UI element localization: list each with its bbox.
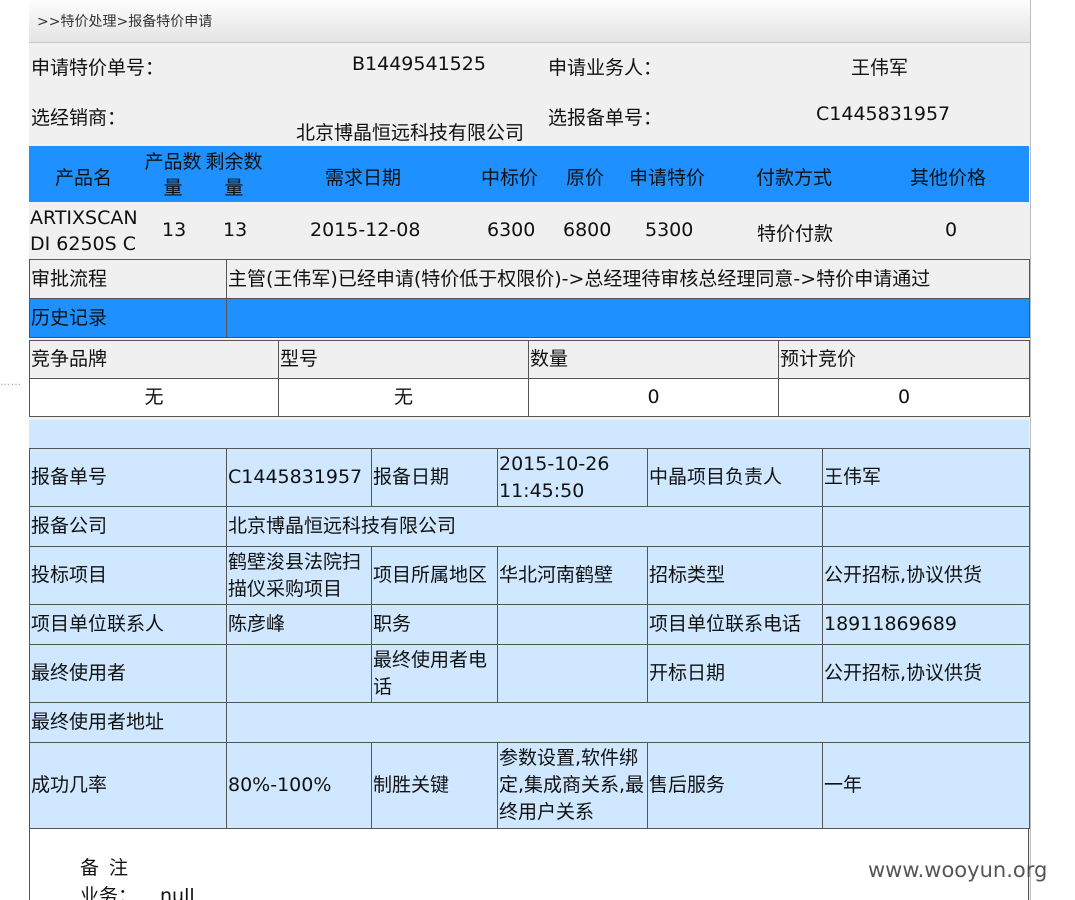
end-user-address-value (226, 702, 1030, 743)
order-no-label: 申请特价单号： (31, 57, 165, 79)
position-value (497, 604, 648, 645)
remarks-title: 备注 (80, 857, 139, 879)
competitor-qty: 0 (528, 378, 779, 417)
contact-phone-value: 18911869689 (822, 604, 1030, 645)
competitor-brand: 无 (29, 378, 279, 417)
approval-table: 审批流程 主管(王伟军)已经申请(特价低于权限价)->总经理待审核总经理同意->… (29, 259, 1030, 338)
product-qty: 13 (162, 219, 187, 241)
filing-company-empty (822, 506, 1030, 547)
history-value (226, 298, 1030, 338)
original-price: 6800 (563, 219, 612, 241)
splitter-handle[interactable]: …… (0, 377, 22, 388)
filing-date-label: 报备日期 (371, 448, 498, 507)
end-user-phone-value (497, 644, 648, 703)
dealer-value: 北京博晶恒远科技有限公司 (296, 122, 525, 144)
end-user-phone-label: 最终使用者电话 (371, 644, 498, 703)
competitor-price-header: 预计竞价 (778, 340, 1030, 379)
position-label: 职务 (371, 604, 498, 645)
special-price-page: >>特价处理>报备特价申请 申请特价单号： B1449541525 申请业务人：… (29, 0, 1031, 900)
col-other-price: 其他价格 (910, 167, 987, 189)
bid-price: 6300 (487, 219, 536, 241)
open-date-value: 公开招标,协议供货 (822, 644, 1030, 703)
col-demand-date: 需求日期 (325, 167, 402, 189)
other-price: 0 (945, 219, 958, 241)
filing-no-label: 选报备单号： (548, 107, 663, 129)
salesperson-value: 王伟军 (851, 57, 909, 79)
special-price: 5300 (645, 219, 694, 241)
tender-project-label: 投标项目 (29, 546, 227, 605)
tender-type-value: 公开招标,协议供货 (822, 546, 1030, 605)
order-no-value: B1449541525 (352, 53, 486, 75)
remarks-business-row: 业务： null (80, 881, 195, 900)
col-remaining-qty: 剩余数量 (205, 151, 263, 199)
competitor-brand-header: 竞争品牌 (29, 340, 279, 379)
winning-key-value: 参数设置,软件绑定,集成商关系,最终用户关系 (497, 742, 648, 829)
approval-flow-text: 主管(王伟军)已经申请(特价低于权限价)->总经理待审核总经理同意->特价申请通… (226, 259, 1030, 299)
contact-phone-label: 项目单位联系电话 (647, 604, 823, 645)
success-rate-value: 80%-100% (226, 742, 372, 829)
contact-label: 项目单位联系人 (29, 604, 227, 645)
filing-detail-table: 报备单号 C1445831957 报备日期 2015-10-26 11:45:5… (29, 448, 1030, 829)
remarks-business-label: 业务： (80, 885, 138, 900)
contact-value: 陈彦峰 (226, 604, 372, 645)
competitor-model: 无 (278, 378, 529, 417)
product-name: ARTIXSCAN DI 6250S C (30, 207, 138, 255)
tender-type-label: 招标类型 (647, 546, 823, 605)
competitor-price: 0 (778, 378, 1030, 417)
winning-key-label: 制胜关键 (371, 742, 498, 829)
col-product-name: 产品名 (55, 167, 113, 189)
product-row: ARTIXSCAN DI 6250S C 13 13 2015-12-08 63… (29, 202, 1029, 260)
competitor-qty-header: 数量 (528, 340, 779, 379)
col-original-price: 原价 (566, 167, 605, 189)
success-rate-label: 成功几率 (29, 742, 227, 829)
remarks-business-value: null (160, 885, 195, 900)
filing-no-label: 报备单号 (29, 448, 227, 507)
col-special-price: 申请特价 (629, 167, 706, 189)
filing-date-value: 2015-10-26 11:45:50 (497, 448, 648, 507)
end-user-label: 最终使用者 (29, 644, 227, 703)
end-user-value (226, 644, 372, 703)
breadcrumb: >>特价处理>报备特价申请 (29, 0, 1030, 43)
col-product-qty: 产品数量 (144, 151, 202, 199)
col-bid-price: 中标价 (481, 167, 539, 189)
watermark: www.wooyun.org (868, 858, 1048, 882)
col-payment: 付款方式 (756, 167, 833, 189)
spacer-band (29, 420, 1029, 448)
right-gutter (1030, 0, 1075, 900)
dealer-label: 选经销商： (31, 107, 127, 129)
project-region-value: 华北河南鹤壁 (497, 546, 648, 605)
history-label: 历史记录 (29, 298, 227, 338)
filing-company-value: 北京博晶恒远科技有限公司 (226, 506, 823, 547)
filing-company-label: 报备公司 (29, 506, 227, 547)
payment-method: 特价付款 (757, 223, 834, 245)
project-region-label: 项目所属地区 (371, 546, 498, 605)
competitor-model-header: 型号 (278, 340, 529, 379)
end-user-address-label: 最终使用者地址 (29, 702, 227, 743)
left-gutter: …… (0, 0, 29, 900)
after-sales-value: 一年 (822, 742, 1030, 829)
open-date-label: 开标日期 (647, 644, 823, 703)
tender-project-value: 鹤壁浚县法院扫描仪采购项目 (226, 546, 372, 605)
after-sales-label: 售后服务 (647, 742, 823, 829)
competition-table: 竞争品牌 型号 数量 预计竞价 无 无 0 0 (29, 340, 1030, 417)
project-owner-label: 中晶项目负责人 (647, 448, 823, 507)
project-owner-value: 王伟军 (822, 448, 1030, 507)
product-table-header: 产品名 产品数量 剩余数量 需求日期 中标价 原价 申请特价 付款方式 其他价格 (29, 146, 1029, 202)
filing-no-value: C1445831957 (226, 448, 372, 507)
approval-flow-label: 审批流程 (29, 259, 227, 299)
demand-date: 2015-12-08 (310, 219, 421, 241)
remaining-qty: 13 (223, 219, 248, 241)
filing-no-value: C1445831957 (816, 103, 951, 125)
salesperson-label: 申请业务人： (548, 57, 663, 79)
